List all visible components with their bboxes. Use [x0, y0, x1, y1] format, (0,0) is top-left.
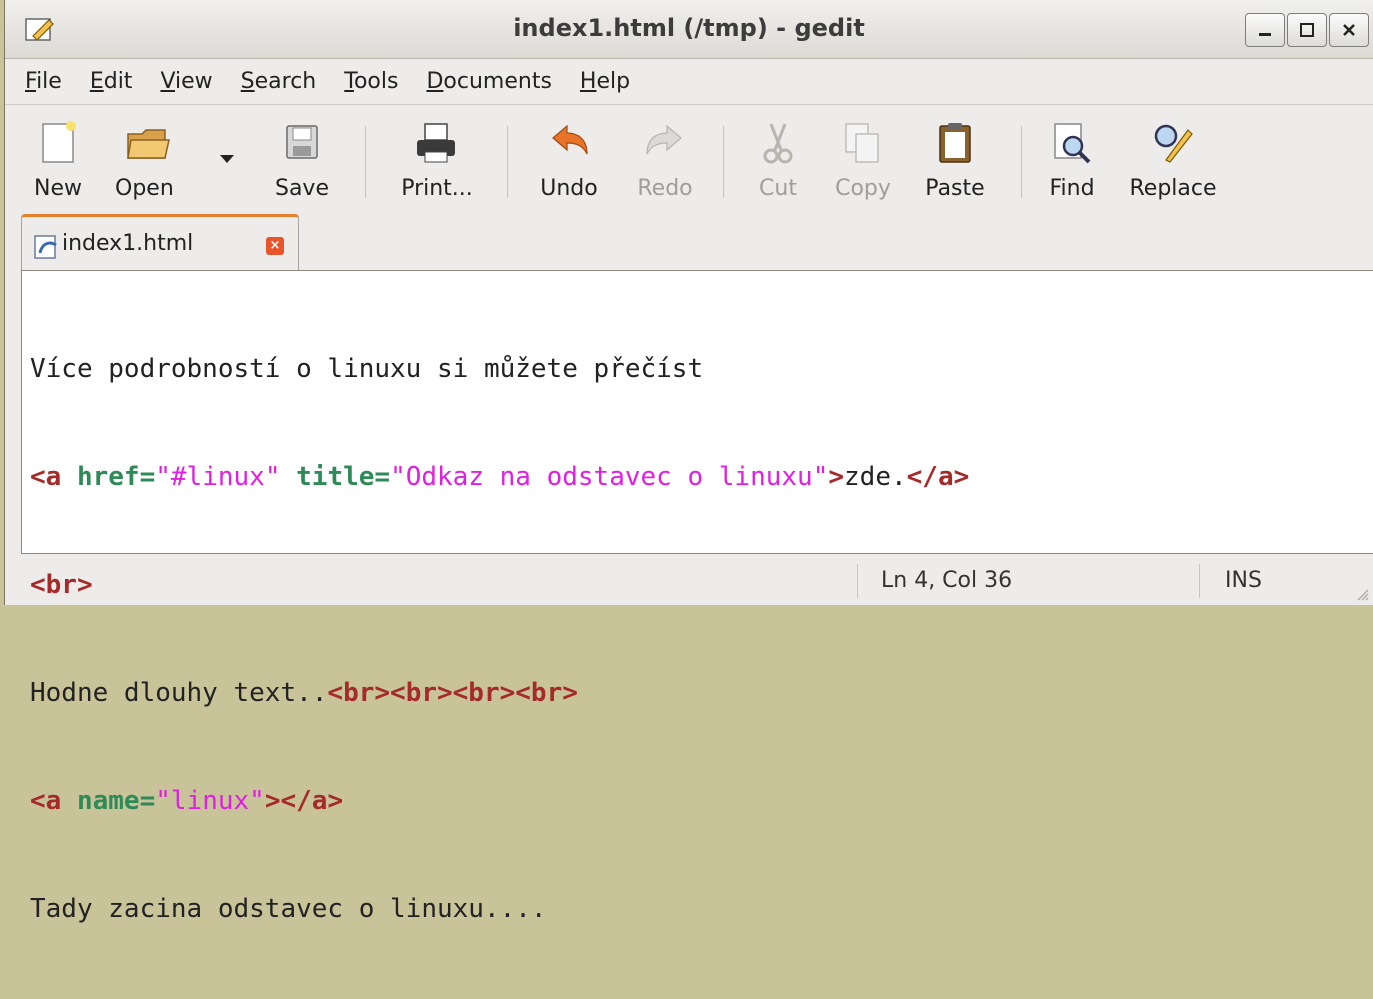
find-button[interactable]: Find: [1039, 114, 1105, 204]
code-line: Tady zacina odstavec o linuxu....: [30, 894, 547, 924]
save-disk-icon: [286, 125, 318, 159]
toolbar-separator: [723, 126, 724, 198]
paste-button[interactable]: Paste: [913, 114, 997, 204]
tab-index1-html[interactable]: index1.html ×: [21, 214, 299, 270]
code-line: Více podrobností o linuxu si můžete přeč…: [30, 354, 704, 384]
close-window-button[interactable]: [1329, 13, 1369, 47]
replace-button[interactable]: Replace: [1117, 114, 1229, 204]
gedit-window: index1.html (/tmp) - gedit File Edit Vie…: [4, 0, 1373, 924]
minimize-button[interactable]: [1245, 13, 1285, 47]
close-icon: [1343, 24, 1355, 36]
open-recent-dropdown[interactable]: [215, 114, 239, 204]
open-folder-icon: [127, 129, 170, 159]
undo-arrow-icon: [552, 124, 588, 155]
toolbar-separator: [507, 126, 508, 198]
code-line: <a href="#linux" title="Odkaz na odstave…: [30, 462, 970, 492]
status-separator: [1199, 564, 1200, 598]
tab-close-icon[interactable]: ×: [266, 237, 284, 255]
toolbar-separator: [1021, 126, 1022, 198]
find-magnifier-icon: [1054, 123, 1091, 164]
dropdown-arrow-icon: [220, 155, 234, 163]
menu-view[interactable]: View: [160, 69, 212, 94]
new-button[interactable]: New: [27, 114, 89, 204]
maximize-icon: [1300, 23, 1314, 37]
clipboard-icon: [939, 123, 971, 163]
print-button[interactable]: Print...: [387, 114, 487, 204]
replace-icon: [1154, 124, 1193, 163]
menu-bar: File Edit View Search Tools Documents He…: [5, 58, 1373, 104]
code-line: Hodne dlouhy text..<br><br><br><br>: [30, 678, 578, 708]
text-editor[interactable]: Více podrobností o linuxu si můžete přeč…: [21, 270, 1373, 924]
resize-grip-icon[interactable]: [1355, 587, 1369, 601]
status-separator: [857, 564, 858, 598]
new-document-icon: [42, 121, 76, 163]
redo-arrow-icon: [646, 124, 682, 155]
menu-documents[interactable]: Documents: [426, 69, 551, 94]
html-document-icon: [34, 235, 57, 259]
menu-tools[interactable]: Tools: [344, 69, 398, 94]
menu-help[interactable]: Help: [580, 69, 630, 94]
save-button[interactable]: Save: [267, 114, 337, 204]
document-tab-bar: index1.html ×: [5, 214, 1373, 270]
scissors-icon: [763, 123, 793, 164]
copy-button[interactable]: Copy: [825, 114, 901, 204]
cursor-position: Ln 4, Col 36: [881, 568, 1013, 593]
window-title: index1.html (/tmp) - gedit: [513, 14, 865, 42]
undo-button[interactable]: Undo: [527, 114, 611, 204]
toolbar-separator: [365, 126, 366, 198]
status-bar: Ln 4, Col 36 INS: [5, 556, 1373, 605]
insert-mode: INS: [1225, 568, 1262, 593]
menu-file[interactable]: File: [25, 69, 62, 94]
copy-pages-icon: [845, 123, 879, 163]
printer-icon: [417, 123, 455, 163]
redo-button[interactable]: Redo: [625, 114, 705, 204]
toolbar: New Open Save Print... Undo Redo Cut Cop…: [5, 106, 1373, 210]
menu-search[interactable]: Search: [241, 69, 317, 94]
minimize-icon: [1259, 33, 1271, 36]
title-bar[interactable]: index1.html (/tmp) - gedit: [5, 0, 1373, 59]
code-line: <a name="linux"></a>: [30, 786, 344, 816]
maximize-button[interactable]: [1287, 13, 1327, 47]
editor-content[interactable]: Více podrobností o linuxu si můžete přeč…: [30, 279, 1373, 999]
menu-edit[interactable]: Edit: [90, 69, 133, 94]
menu-separator: [5, 104, 1373, 105]
tab-label: index1.html: [62, 231, 194, 256]
cut-button[interactable]: Cut: [743, 114, 813, 204]
open-button[interactable]: Open: [105, 114, 195, 204]
